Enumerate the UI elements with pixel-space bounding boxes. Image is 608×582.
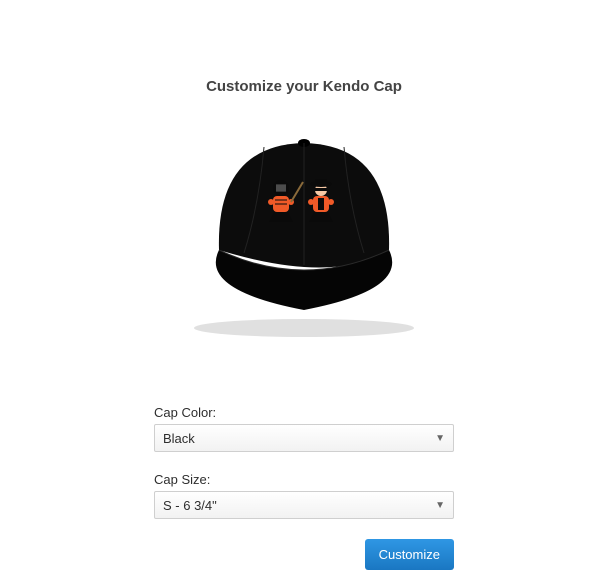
product-preview — [174, 115, 434, 345]
cap-size-label: Cap Size: — [154, 472, 454, 487]
cap-color-label: Cap Color: — [154, 405, 454, 420]
cap-color-select[interactable]: Black ▼ — [154, 424, 454, 452]
cap-color-value: Black — [163, 431, 435, 446]
cap-size-value: S - 6 3/4" — [163, 498, 435, 513]
customize-form: Cap Color: Black ▼ Cap Size: S - 6 3/4" … — [154, 405, 454, 570]
cap-image — [174, 115, 434, 345]
chevron-down-icon: ▼ — [435, 500, 445, 511]
cap-size-select[interactable]: S - 6 3/4" ▼ — [154, 491, 454, 519]
page-title: Customize your Kendo Cap — [0, 0, 608, 115]
chevron-down-icon: ▼ — [435, 433, 445, 444]
customize-button[interactable]: Customize — [365, 539, 454, 570]
